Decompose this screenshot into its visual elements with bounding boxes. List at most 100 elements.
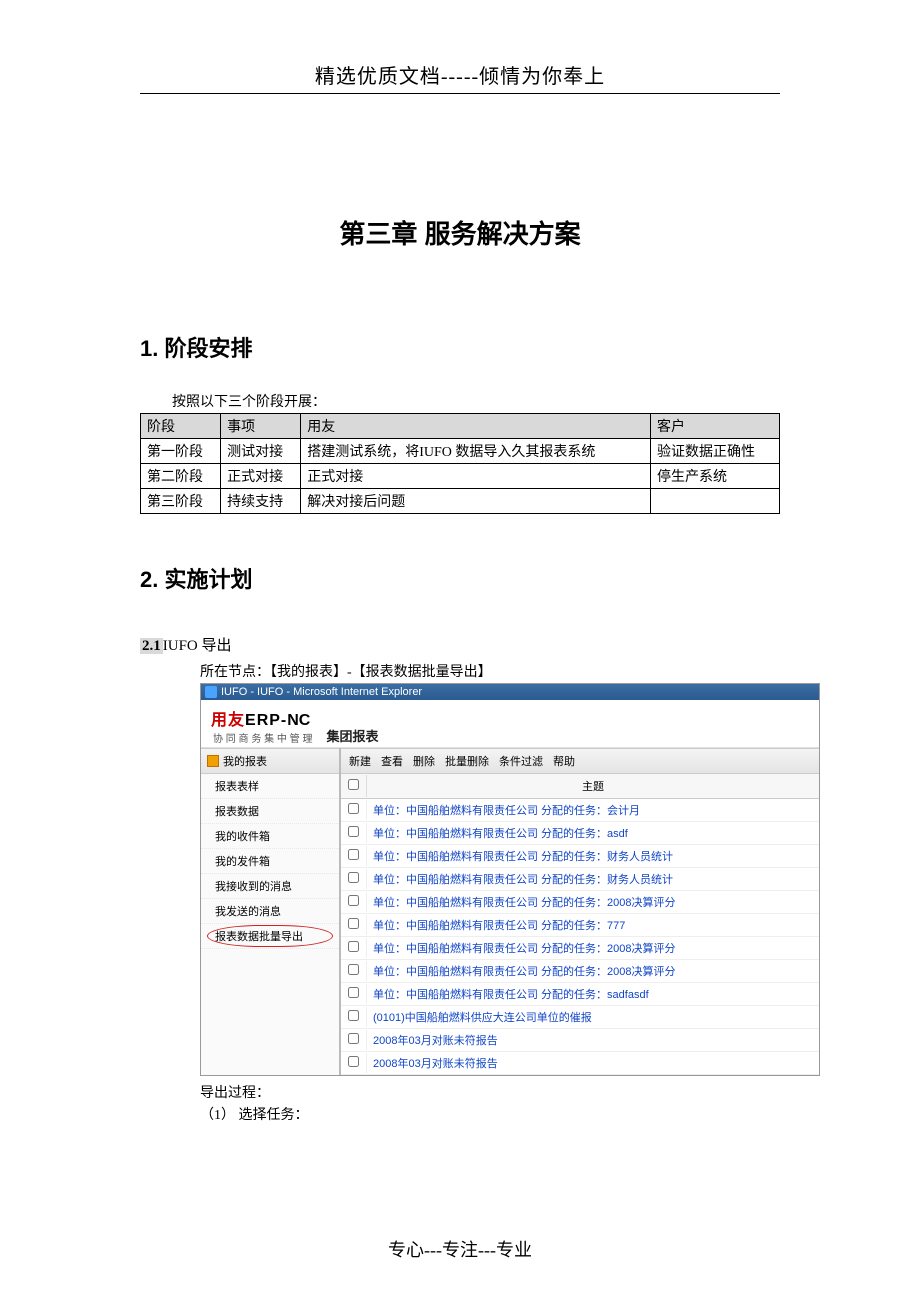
subhead-number: 2.1 xyxy=(140,638,163,654)
row-checkbox-cell[interactable] xyxy=(341,869,367,889)
toolbar: 新建查看删除批量删除条件过滤帮助 xyxy=(341,748,819,774)
subhead-text: IUFO 导出 xyxy=(163,638,232,654)
sidebar-item[interactable]: 我的收件箱 xyxy=(201,824,339,849)
row-subject-link[interactable]: 单位：中国船舶燃料有限责任公司 分配的任务：2008决算评分 xyxy=(367,891,819,913)
grid-row: 单位：中国船舶燃料有限责任公司 分配的任务：2008决算评分 xyxy=(341,960,819,983)
table-cell: 搭建测试系统，将IUFO 数据导入久其报表系统 xyxy=(301,439,651,464)
sidebar-item[interactable]: 我的发件箱 xyxy=(201,849,339,874)
row-checkbox-cell[interactable] xyxy=(341,800,367,820)
table-header: 用友 xyxy=(301,414,651,439)
section1-intro: 按照以下三个阶段开展： xyxy=(172,391,780,411)
row-checkbox-cell[interactable] xyxy=(341,846,367,866)
row-checkbox-cell[interactable] xyxy=(341,938,367,958)
row-checkbox-cell[interactable] xyxy=(341,915,367,935)
table-cell: 验证数据正确性 xyxy=(651,439,780,464)
window-title: IUFO - IUFO - Microsoft Internet Explore… xyxy=(221,686,422,698)
doc-footer: 专心---专注---专业 xyxy=(0,1236,920,1262)
row-checkbox-cell[interactable] xyxy=(341,823,367,843)
select-all-checkbox[interactable] xyxy=(348,779,359,790)
sidebar-header[interactable]: 我的报表 xyxy=(201,748,339,774)
table-row: 第三阶段持续支持解决对接后问题 xyxy=(141,489,780,514)
row-checkbox[interactable] xyxy=(348,826,359,837)
table-cell: 第二阶段 xyxy=(141,464,221,489)
logo-product: 集团报表 xyxy=(326,726,378,745)
section1-title: 1. 阶段安排 xyxy=(140,331,780,363)
toolbar-button[interactable]: 帮助 xyxy=(553,753,575,769)
row-checkbox-cell[interactable] xyxy=(341,1053,367,1073)
table-cell: 正式对接 xyxy=(221,464,301,489)
row-checkbox-cell[interactable] xyxy=(341,892,367,912)
row-checkbox[interactable] xyxy=(348,1010,359,1021)
sidebar-header-label: 我的报表 xyxy=(223,753,267,769)
section2-subhead: 2.1IUFO 导出 xyxy=(140,634,780,655)
table-cell: 第一阶段 xyxy=(141,439,221,464)
row-subject-link[interactable]: 单位：中国船舶燃料有限责任公司 分配的任务：asdf xyxy=(367,822,819,844)
row-checkbox-cell[interactable] xyxy=(341,984,367,1004)
export-process-label: 导出过程： xyxy=(200,1082,780,1102)
grid-row: 单位：中国船舶燃料有限责任公司 分配的任务：2008决算评分 xyxy=(341,937,819,960)
row-subject-link[interactable]: 单位：中国船舶燃料有限责任公司 分配的任务：sadfasdf xyxy=(367,983,819,1005)
row-subject-link[interactable]: 单位：中国船舶燃料有限责任公司 分配的任务：财务人员统计 xyxy=(367,845,819,867)
row-checkbox-cell[interactable] xyxy=(341,1030,367,1050)
toolbar-button[interactable]: 查看 xyxy=(381,753,403,769)
row-subject-link[interactable]: 单位：中国船舶燃料有限责任公司 分配的任务：财务人员统计 xyxy=(367,868,819,890)
table-header: 阶段 xyxy=(141,414,221,439)
grid-row: 单位：中国船舶燃料有限责任公司 分配的任务：777 xyxy=(341,914,819,937)
toolbar-button[interactable]: 删除 xyxy=(413,753,435,769)
table-cell xyxy=(651,489,780,514)
row-subject-link[interactable]: 2008年03月对账未符报告 xyxy=(367,1029,819,1051)
sidebar: 我的报表 报表表样报表数据我的收件箱我的发件箱我接收到的消息我发送的消息报表数据… xyxy=(201,748,341,1075)
row-checkbox[interactable] xyxy=(348,1056,359,1067)
logo-nc: NC xyxy=(287,712,310,729)
grid-row: 单位：中国船舶燃料有限责任公司 分配的任务：2008决算评分 xyxy=(341,891,819,914)
row-checkbox[interactable] xyxy=(348,964,359,975)
toolbar-button[interactable]: 新建 xyxy=(349,753,371,769)
table-cell: 解决对接后问题 xyxy=(301,489,651,514)
app-logo-bar: 用友ERP-NC 协 同 商 务 集 中 管 理 集团报表 xyxy=(201,700,819,748)
grid-row: (0101)中国船舶燃料供应大连公司单位的催报 xyxy=(341,1006,819,1029)
row-checkbox[interactable] xyxy=(348,803,359,814)
logo-subtitle: 协 同 商 务 集 中 管 理 xyxy=(213,730,312,745)
row-checkbox-cell[interactable] xyxy=(341,1007,367,1027)
window-titlebar: IUFO - IUFO - Microsoft Internet Explore… xyxy=(201,684,819,700)
row-checkbox[interactable] xyxy=(348,872,359,883)
select-all-cell[interactable] xyxy=(341,775,367,797)
row-checkbox-cell[interactable] xyxy=(341,961,367,981)
table-row: 第二阶段正式对接正式对接停生产系统 xyxy=(141,464,780,489)
table-row: 第一阶段测试对接搭建测试系统，将IUFO 数据导入久其报表系统验证数据正确性 xyxy=(141,439,780,464)
sidebar-item[interactable]: 我发送的消息 xyxy=(201,899,339,924)
row-subject-link[interactable]: 单位：中国船舶燃料有限责任公司 分配的任务：2008决算评分 xyxy=(367,960,819,982)
table-cell: 第三阶段 xyxy=(141,489,221,514)
toolbar-button[interactable]: 条件过滤 xyxy=(499,753,543,769)
row-subject-link[interactable]: (0101)中国船舶燃料供应大连公司单位的催报 xyxy=(367,1006,819,1028)
subject-header: 主题 xyxy=(367,774,819,798)
chapter-title: 第三章 服务解决方案 xyxy=(140,214,780,251)
row-checkbox[interactable] xyxy=(348,895,359,906)
grid-row: 2008年03月对账未符报告 xyxy=(341,1052,819,1075)
row-checkbox[interactable] xyxy=(348,918,359,929)
row-checkbox[interactable] xyxy=(348,941,359,952)
row-checkbox[interactable] xyxy=(348,849,359,860)
logo-brand: 用友 xyxy=(211,712,245,729)
folder-icon xyxy=(207,755,219,767)
table-header: 事项 xyxy=(221,414,301,439)
sidebar-item[interactable]: 报表数据批量导出 xyxy=(201,924,339,949)
sidebar-item[interactable]: 我接收到的消息 xyxy=(201,874,339,899)
node-path: 所在节点：【我的报表】-【报表数据批量导出】 xyxy=(200,661,780,681)
header-rule xyxy=(140,93,780,94)
table-header: 客户 xyxy=(651,414,780,439)
toolbar-button[interactable]: 批量删除 xyxy=(445,753,489,769)
row-subject-link[interactable]: 单位：中国船舶燃料有限责任公司 分配的任务：777 xyxy=(367,914,819,936)
grid-row: 单位：中国船舶燃料有限责任公司 分配的任务：sadfasdf xyxy=(341,983,819,1006)
sidebar-item[interactable]: 报表表样 xyxy=(201,774,339,799)
row-subject-link[interactable]: 2008年03月对账未符报告 xyxy=(367,1052,819,1074)
embedded-screenshot: IUFO - IUFO - Microsoft Internet Explore… xyxy=(200,683,820,1076)
grid-header: 主题 xyxy=(341,774,819,799)
phase-table: 阶段事项用友客户 第一阶段测试对接搭建测试系统，将IUFO 数据导入久其报表系统… xyxy=(140,413,780,514)
sidebar-item[interactable]: 报表数据 xyxy=(201,799,339,824)
row-checkbox[interactable] xyxy=(348,987,359,998)
row-subject-link[interactable]: 单位：中国船舶燃料有限责任公司 分配的任务：2008决算评分 xyxy=(367,937,819,959)
row-subject-link[interactable]: 单位：中国船舶燃料有限责任公司 分配的任务：会计月 xyxy=(367,799,819,821)
row-checkbox[interactable] xyxy=(348,1033,359,1044)
grid-row: 2008年03月对账未符报告 xyxy=(341,1029,819,1052)
